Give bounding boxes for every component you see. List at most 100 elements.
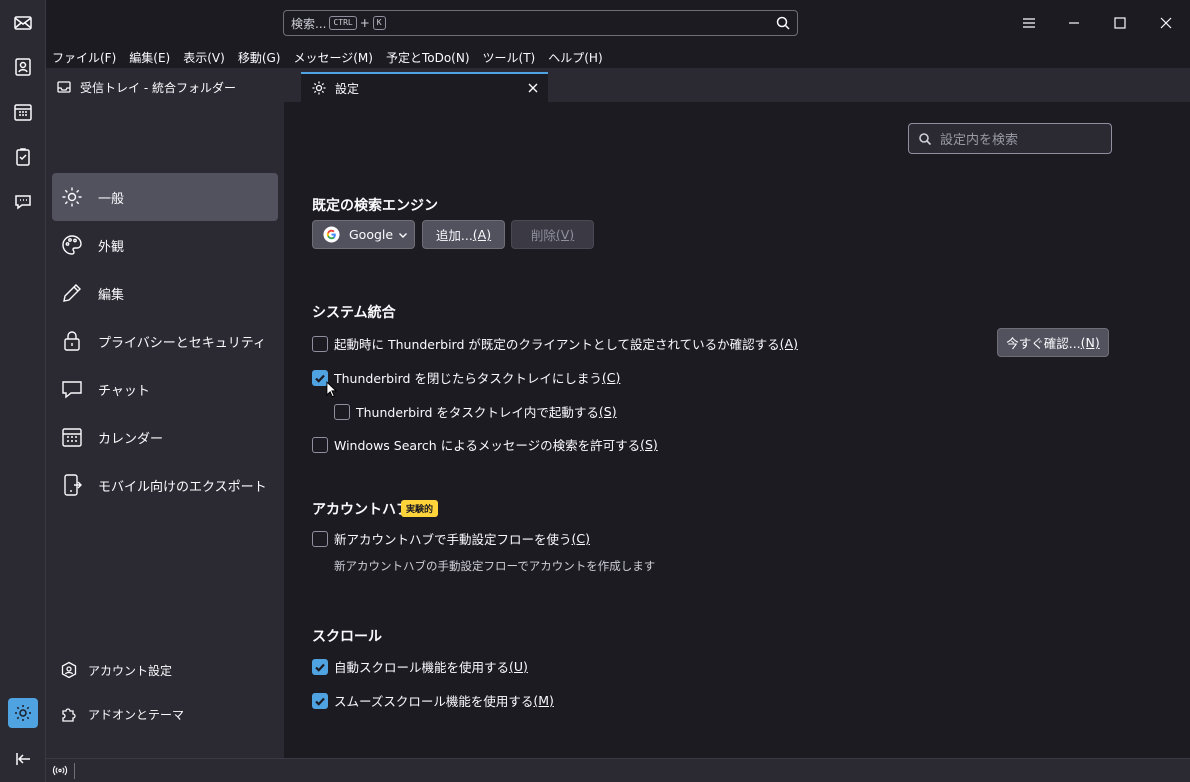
start-in-tray-row[interactable]: Thunderbird をタスクトレイ内で起動する (S): [334, 402, 617, 421]
maximize-icon[interactable]: [1109, 12, 1131, 34]
category-composition[interactable]: 編集: [52, 269, 278, 317]
experimental-badge: 実験的: [401, 500, 439, 517]
close-window-icon[interactable]: [1155, 12, 1177, 34]
start-in-tray-accesskey: (S): [598, 404, 617, 419]
windows-search-row[interactable]: Windows Search によるメッセージの検索を許可する (S): [312, 435, 658, 454]
autoscroll-checkbox[interactable]: [312, 658, 328, 675]
smooth-scroll-row[interactable]: スムーズスクロール機能を使用する (M): [312, 691, 554, 710]
smooth-scroll-checkbox[interactable]: [312, 692, 328, 709]
tab-settings[interactable]: 設定: [301, 72, 548, 102]
online-status-icon[interactable]: [52, 764, 68, 777]
palette-icon: [62, 235, 82, 255]
category-composition-label: 編集: [98, 287, 125, 303]
gear-icon: [62, 187, 82, 207]
windows-search-checkbox[interactable]: [312, 436, 328, 453]
category-general[interactable]: 一般: [52, 173, 278, 221]
settings-gear-icon[interactable]: [8, 698, 38, 728]
category-privacy-label: プライバシーとセキュリティ: [98, 335, 266, 351]
title-bar: 検索... CTRL + K: [46, 0, 1190, 46]
autoscroll-label: 自動スクロール機能を使用する: [334, 660, 510, 675]
add-search-engine-button[interactable]: 追加... (A): [422, 220, 505, 249]
minimize-to-tray-accesskey: (C): [601, 370, 621, 385]
category-general-label: 一般: [98, 191, 125, 207]
minimize-icon[interactable]: [1063, 12, 1085, 34]
menu-go[interactable]: 移動(G): [238, 49, 281, 66]
autoscroll-row[interactable]: 自動スクロール機能を使用する (U): [312, 657, 528, 676]
category-privacy[interactable]: プライバシーとセキュリティ: [52, 317, 278, 365]
start-in-tray-checkbox[interactable]: [334, 403, 350, 420]
menu-help[interactable]: ヘルプ(H): [548, 49, 602, 66]
hamburger-menu-icon[interactable]: [1018, 12, 1040, 34]
remove-button-label: 削除: [530, 228, 556, 243]
calendar-icon[interactable]: [8, 97, 38, 127]
preferences-sidebar: 一般 外観 編集 プライバシーとセキュリティ チャット カレンダー モバイル向け…: [46, 102, 284, 758]
inbox-icon: [57, 81, 71, 93]
account-icon: [61, 661, 77, 679]
tab-settings-label: 設定: [335, 81, 360, 96]
manual-flow-accesskey: (C): [571, 531, 590, 546]
gear-icon: [312, 81, 326, 95]
checkmark-icon: [315, 697, 325, 706]
minimize-to-tray-row[interactable]: Thunderbird を閉じたらタスクトレイにしまう (C): [312, 368, 620, 387]
account-settings-link[interactable]: アカウント設定: [60, 659, 172, 681]
smooth-scroll-label: スムーズスクロール機能を使用する: [334, 694, 534, 709]
menu-message[interactable]: メッセージ(M): [293, 49, 372, 66]
category-chat[interactable]: チャット: [52, 365, 278, 413]
check-now-label: 今すぐ確認...: [1006, 336, 1081, 351]
check-now-button[interactable]: 今すぐ確認... (N): [997, 328, 1109, 357]
search-icon[interactable]: [775, 15, 791, 31]
system-integration-heading: システム統合: [312, 305, 396, 321]
close-tab-icon[interactable]: [526, 81, 540, 95]
search-icon: [919, 132, 932, 145]
chat-icon[interactable]: [8, 187, 38, 217]
check-default-client-row[interactable]: 起動時に Thunderbird が既定のクライアントとして設定されているか確認…: [312, 334, 798, 353]
minimize-to-tray-label: Thunderbird を閉じたらタスクトレイにしまう: [334, 371, 602, 386]
scroll-heading: スクロール: [312, 629, 382, 645]
category-appearance[interactable]: 外観: [52, 221, 278, 269]
search-engine-select[interactable]: Google: [312, 220, 415, 249]
manual-flow-checkbox[interactable]: [312, 530, 328, 547]
check-now-accesskey: (N): [1080, 335, 1100, 350]
tab-inbox-label: 受信トレイ - 統合フォルダー: [80, 80, 236, 95]
global-search-input[interactable]: 検索... CTRL + K: [283, 10, 798, 36]
mail-icon[interactable]: [8, 8, 38, 38]
category-chat-label: チャット: [98, 383, 150, 399]
check-default-client-accesskey: (A): [779, 336, 798, 351]
settings-search-input[interactable]: 設定内を検索: [908, 123, 1112, 154]
windows-search-accesskey: (S): [640, 437, 658, 452]
checkmark-icon: [315, 374, 325, 383]
menu-events-tasks[interactable]: 予定とToDo(N): [386, 49, 470, 66]
search-engine-value: Google: [349, 227, 394, 242]
tasks-icon[interactable]: [8, 142, 38, 172]
shortcut-plus: +: [359, 16, 370, 30]
check-default-client-label: 起動時に Thunderbird が既定のクライアントとして設定されているか確認…: [334, 337, 780, 352]
menu-tools[interactable]: ツール(T): [483, 49, 536, 66]
category-mobile-export[interactable]: モバイル向けのエクスポート: [52, 461, 278, 509]
lock-icon: [64, 331, 80, 351]
manual-flow-label: 新アカウントハブで手動設定フローを使う: [334, 532, 572, 547]
add-button-accesskey: (A): [472, 227, 492, 242]
autoscroll-accesskey: (U): [509, 659, 528, 674]
addons-themes-link[interactable]: アドオンとテーマ: [60, 703, 184, 725]
shortcut-key-ctrl: CTRL: [329, 16, 357, 30]
menu-edit[interactable]: 編集(E): [129, 49, 170, 66]
remove-button-accesskey: (V): [555, 227, 575, 242]
category-calendar[interactable]: カレンダー: [52, 413, 278, 461]
calendar-icon: [62, 428, 82, 447]
menu-file[interactable]: ファイル(F): [52, 49, 116, 66]
manual-flow-row[interactable]: 新アカウントハブで手動設定フローを使う (C): [312, 529, 590, 548]
mouse-cursor-icon: [326, 381, 337, 398]
checkmark-icon: [315, 663, 325, 672]
remove-search-engine-button[interactable]: 削除 (V): [511, 220, 594, 249]
menu-view[interactable]: 表示(V): [183, 49, 225, 66]
tab-inbox[interactable]: 受信トレイ - 統合フォルダー: [46, 72, 299, 102]
check-default-client-checkbox[interactable]: [312, 335, 328, 352]
collapse-spaces-icon[interactable]: [8, 744, 38, 774]
mobile-export-icon: [64, 474, 82, 496]
windows-search-label: Windows Search によるメッセージの検索を許可する: [334, 438, 641, 453]
category-appearance-label: 外観: [98, 239, 125, 255]
status-bar: [46, 758, 1190, 782]
address-book-icon[interactable]: [8, 52, 38, 82]
tab-bar: 受信トレイ - 統合フォルダー 設定: [46, 68, 1190, 102]
spaces-toolbar: [0, 0, 46, 782]
